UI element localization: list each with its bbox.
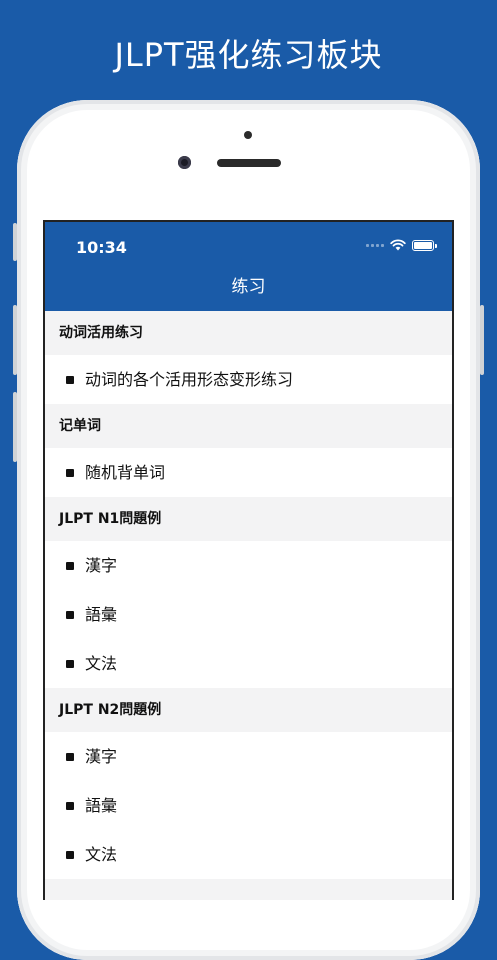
section-header-vocab: 记单词	[45, 404, 452, 448]
status-bar: 10:34	[45, 222, 452, 268]
list-item[interactable]: 漢字	[45, 732, 452, 781]
phone-screen: 10:34 练习 动词活用练习 动词的各个活用形态变形练习 记单词 随机背单词 …	[43, 220, 454, 900]
bullet-icon	[66, 851, 74, 859]
list-item-label: 漢字	[85, 747, 118, 766]
list-item[interactable]: 語彙	[45, 590, 452, 639]
cellular-signal-icon	[366, 243, 384, 247]
bullet-icon	[66, 660, 74, 668]
bullet-icon	[66, 753, 74, 761]
status-icons	[366, 239, 437, 251]
phone-power-button	[480, 305, 484, 375]
front-camera-icon	[178, 156, 191, 169]
section-header-verb: 动词活用练习	[45, 311, 452, 355]
list-item[interactable]: 动词的各个活用形态变形练习	[45, 355, 452, 404]
bullet-icon	[66, 611, 74, 619]
section-header-n2: JLPT N2問題例	[45, 688, 452, 732]
list-item-label: 动词的各个活用形态变形练习	[85, 370, 294, 389]
list-item[interactable]: 随机背单词	[45, 448, 452, 497]
bullet-icon	[66, 562, 74, 570]
bullet-icon	[66, 469, 74, 477]
promo-banner-title: JLPT强化练习板块	[114, 36, 383, 74]
nav-bar: 练习	[45, 268, 452, 311]
list-item[interactable]: 語彙	[45, 781, 452, 830]
phone-mute-switch	[13, 223, 17, 261]
section-header-next	[45, 879, 452, 900]
list-item-label: 随机背单词	[85, 463, 166, 482]
bullet-icon	[66, 802, 74, 810]
proximity-sensor	[244, 131, 252, 139]
list-item-label: 語彙	[85, 796, 118, 815]
phone-volume-up	[13, 305, 17, 375]
nav-title: 练习	[231, 277, 266, 297]
list-item-label: 漢字	[85, 556, 118, 575]
app-screen: 10:34 练习 动词活用练习 动词的各个活用形态变形练习 记单词 随机背单词 …	[45, 222, 452, 900]
section-header-n1: JLPT N1問題例	[45, 497, 452, 541]
list-item-label: 文法	[85, 654, 118, 673]
list-item[interactable]: 漢字	[45, 541, 452, 590]
list-item[interactable]: 文法	[45, 639, 452, 688]
status-time: 10:34	[76, 238, 127, 257]
earpiece-speaker	[217, 159, 281, 167]
list-item-label: 語彙	[85, 605, 118, 624]
wifi-icon	[390, 239, 406, 251]
list-item-label: 文法	[85, 845, 118, 864]
list-item[interactable]: 文法	[45, 830, 452, 879]
bullet-icon	[66, 376, 74, 384]
phone-volume-down	[13, 392, 17, 462]
battery-icon	[412, 239, 437, 251]
